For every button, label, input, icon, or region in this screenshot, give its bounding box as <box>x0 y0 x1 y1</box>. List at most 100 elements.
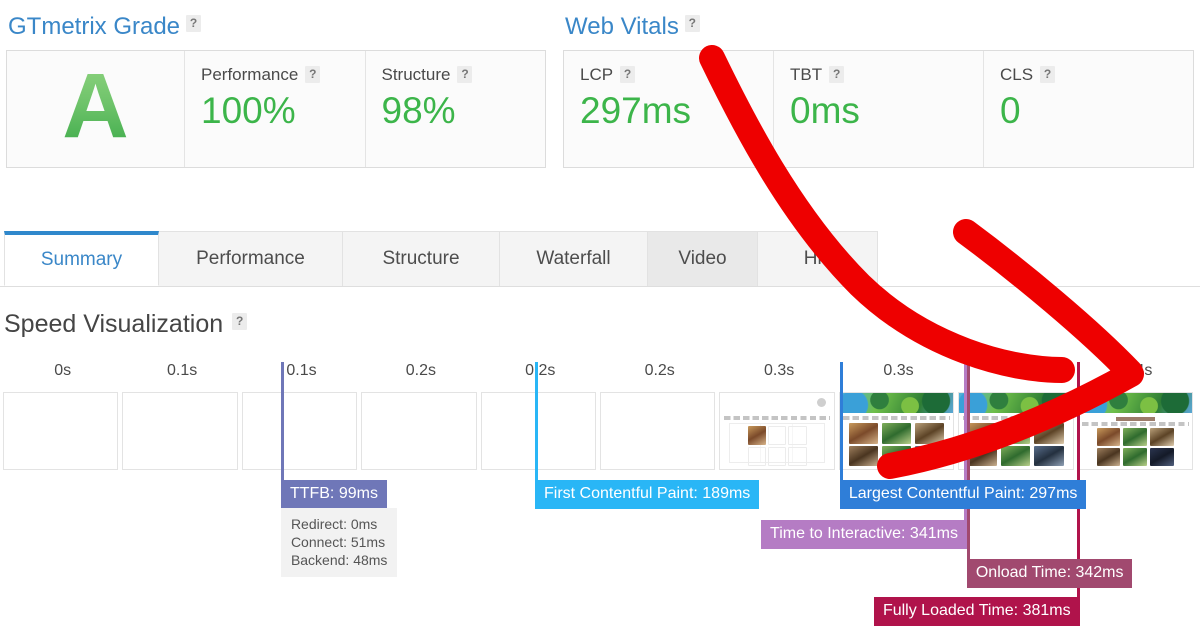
tab-list: Summary Performance Structure Waterfall Vide… <box>4 231 1200 286</box>
filmstrip-frame[interactable] <box>838 392 955 470</box>
metric-lcp-label-text: LCP <box>580 65 614 84</box>
ttfb-breakdown-row: Backend: 48ms <box>290 552 388 568</box>
tab-waterfall[interactable]: Waterfall <box>500 231 648 286</box>
help-icon-performance[interactable]: ? <box>305 66 321 84</box>
frame-screenshot <box>123 393 236 469</box>
tick-label: 0.3s <box>883 362 914 379</box>
web-vitals-title: Web Vitals? <box>565 14 1194 40</box>
filmstrip-frame[interactable] <box>958 392 1074 470</box>
metric-cls: CLS? 0 <box>984 51 1193 167</box>
ttfb-breakdown-row: Connect: 51ms <box>290 534 386 550</box>
metric-lcp-label: LCP? <box>580 65 757 84</box>
filmstrip-frame[interactable] <box>719 392 835 470</box>
tab-his[interactable]: His <box>758 231 878 286</box>
web-vitals-panel: LCP? 297ms TBT? 0ms CLS? 0 <box>563 50 1194 168</box>
tab-performance[interactable]: Performance <box>159 231 343 286</box>
tab-summary[interactable]: Summary <box>4 231 159 286</box>
gtmetrix-grade-block: GTmetrix Grade? A Performance? 100% Stru… <box>6 14 546 168</box>
filmstrip-frame[interactable] <box>1077 392 1193 470</box>
frame-screenshot <box>362 393 475 469</box>
frame-screenshot <box>601 393 714 469</box>
help-icon-structure[interactable]: ? <box>457 66 473 84</box>
tab-label: Structure <box>382 248 460 269</box>
grade-letter: A <box>62 55 129 157</box>
tick-label: 0.2s <box>525 362 556 379</box>
gtmetrix-grade-panel: A Performance? 100% Structure? 98% <box>6 50 546 168</box>
metric-structure-label: Structure? <box>382 65 530 84</box>
marker-label-first-contentful-paint[interactable]: First Contentful Paint: 189ms <box>534 480 760 509</box>
tick-label: 0.4s <box>1122 362 1153 379</box>
ttfb-breakdown-row: Redirect: 0ms <box>290 516 378 532</box>
metric-lcp-value: 297ms <box>580 90 692 132</box>
frame-screenshot <box>243 393 356 469</box>
marker-label-onload-time[interactable]: Onload Time: 342ms <box>966 559 1133 588</box>
web-vitals-title-text: Web Vitals <box>565 13 679 40</box>
metric-cls-label-text: CLS <box>1000 65 1034 84</box>
tick-label: 0s <box>54 362 72 379</box>
marker-label-largest-contentful-paint[interactable]: Largest Contentful Paint: 297ms <box>839 480 1087 509</box>
tab-label: Video <box>678 248 727 269</box>
tab-label: Summary <box>40 249 123 270</box>
report-tabbar: Summary Performance Structure Waterfall Vide… <box>0 231 1200 287</box>
tick-label: 0.1s <box>286 362 317 379</box>
metric-performance-label-text: Performance <box>201 65 299 84</box>
tab-label: Performance <box>196 248 305 269</box>
help-icon-tbt[interactable]: ? <box>829 66 845 84</box>
filmstrip-frame[interactable] <box>122 392 238 470</box>
metric-cls-label: CLS? <box>1000 65 1177 84</box>
frame-screenshot <box>720 393 833 469</box>
marker-line-onload-time <box>966 362 970 567</box>
help-icon-web-vitals[interactable]: ? <box>684 15 700 33</box>
help-icon-gtmetrix-grade[interactable]: ? <box>186 15 202 33</box>
tick-label: 0.2s <box>644 362 675 379</box>
marker-line-first-contentful-paint <box>534 362 538 487</box>
tick-label: 0.1s <box>166 362 198 379</box>
help-icon-cls[interactable]: ? <box>1040 66 1056 84</box>
filmstrip-frame[interactable] <box>361 392 477 470</box>
marker-line-ttfb <box>280 362 284 487</box>
filmstrip-frame[interactable] <box>3 392 119 470</box>
filmstrip-frame[interactable] <box>241 392 358 470</box>
scorecards-row: GTmetrix Grade? A Performance? 100% Stru… <box>0 0 1200 190</box>
filmstrip-frame[interactable] <box>480 392 596 470</box>
speed-visualization-title-text: Speed Visualization <box>4 310 224 338</box>
metric-structure: Structure? 98% <box>366 51 546 167</box>
tick-label: 0.2s <box>405 362 437 379</box>
grade-letter-cell: A <box>7 51 185 167</box>
metric-structure-label-text: Structure <box>381 65 451 84</box>
tab-structure[interactable]: Structure <box>343 231 500 286</box>
frame-screenshot <box>1078 393 1192 469</box>
metric-lcp: LCP? 297ms <box>564 51 774 167</box>
frame-screenshot <box>839 393 954 469</box>
metric-tbt: TBT? 0ms <box>774 51 984 167</box>
metric-performance-label: Performance? <box>201 65 349 84</box>
marker-label-time-to-interactive[interactable]: Time to Interactive: 341ms <box>761 520 967 549</box>
ttfb-breakdown: Redirect: 0ms Connect: 51ms Backend: 48ms <box>280 508 398 577</box>
web-vitals-block: Web Vitals? LCP? 297ms TBT? 0ms CLS? 0 <box>563 14 1194 168</box>
metric-tbt-label-text: TBT <box>790 65 823 84</box>
tick-label: 0.3s <box>1002 362 1034 379</box>
metric-performance-value: 100% <box>201 90 296 132</box>
tab-label: His <box>803 248 832 269</box>
metric-structure-value: 98% <box>381 90 456 132</box>
metric-cls-value: 0 <box>1000 90 1021 132</box>
tab-video[interactable]: Video <box>648 231 758 286</box>
help-icon-speed-visualization[interactable]: ? <box>232 312 248 330</box>
tab-label: Waterfall <box>536 248 611 269</box>
marker-line-largest-contentful-paint <box>839 362 843 487</box>
gtmetrix-grade-title-text: GTmetrix Grade <box>8 13 181 40</box>
frame-screenshot <box>482 393 595 469</box>
speed-visualization-title: Speed Visualization? <box>4 310 248 339</box>
filmstrip-frame[interactable] <box>600 392 716 470</box>
marker-label-fully-loaded-time[interactable]: Fully Loaded Time: 381ms <box>873 597 1080 626</box>
frame-screenshot <box>959 393 1073 469</box>
metric-tbt-value: 0ms <box>790 90 860 132</box>
filmstrip-frames <box>0 392 1200 470</box>
gtmetrix-grade-title: GTmetrix Grade? <box>8 14 546 40</box>
speed-visualization-filmstrip: 0s 0.1s 0.1s 0.2s 0.2s 0.2s 0.3s 0.3s 0.3s 0.4s T… <box>0 362 1200 630</box>
help-icon-lcp[interactable]: ? <box>620 66 636 84</box>
frame-screenshot <box>4 393 117 469</box>
marker-label-ttfb[interactable]: TTFB: 99ms <box>280 480 387 509</box>
metric-performance: Performance? 100% <box>185 51 366 167</box>
metric-tbt-label: TBT? <box>790 65 967 84</box>
